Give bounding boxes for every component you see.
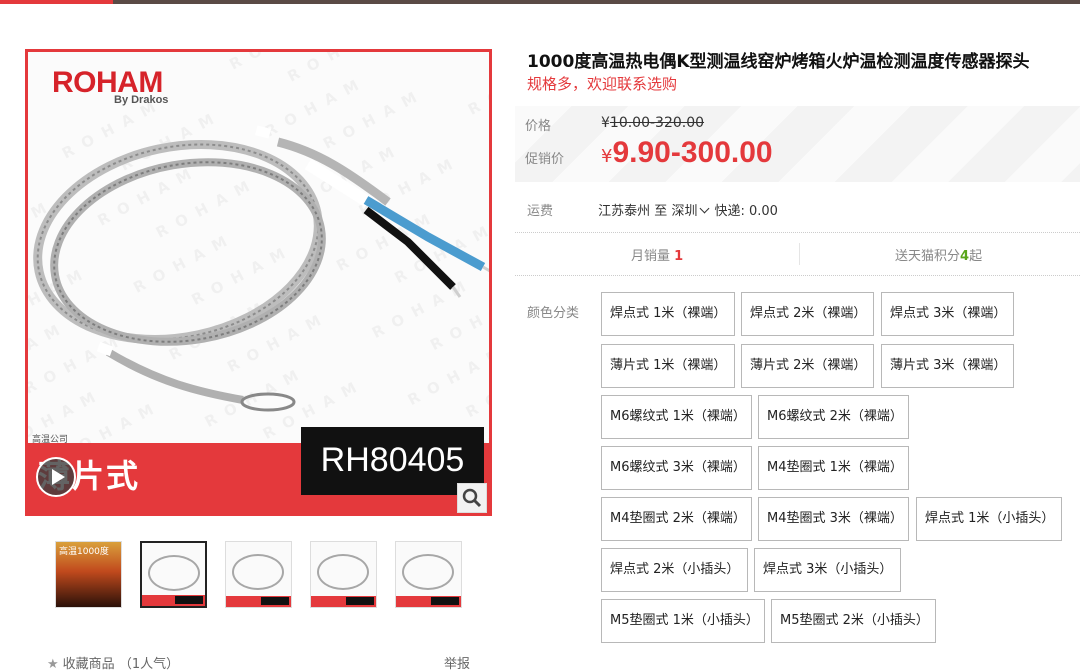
sku-option[interactable]: 焊点式 3米（裸端）: [881, 292, 1014, 336]
original-price: ¥10.00-320.00: [601, 115, 704, 131]
stats-divider: [799, 243, 800, 265]
thumbnail-model: [261, 597, 289, 605]
sku-option[interactable]: M6螺纹式 1米（裸端）: [601, 395, 752, 439]
thumbnail-4[interactable]: [310, 541, 377, 608]
stats-row: 月销量 1 送天猫积分4起: [515, 232, 1080, 276]
top-bar: [0, 0, 1080, 4]
thumbnail-text: 高温1000度: [59, 547, 109, 557]
thumbnail-1[interactable]: 高温1000度: [55, 541, 122, 608]
thumbnail-model: [346, 597, 374, 605]
thumbnail-cable: [402, 554, 454, 590]
chevron-down-icon: [700, 203, 710, 214]
sku-option[interactable]: M4垫圈式 1米（裸端）: [758, 446, 909, 490]
shipping-destination: 深圳: [671, 204, 698, 219]
thumbnail-2[interactable]: [140, 541, 207, 608]
thermocouple-cable-image: [33, 125, 489, 412]
sku-option[interactable]: 焊点式 3米（小插头）: [754, 548, 901, 592]
model-number: RH80405: [320, 441, 465, 479]
play-icon[interactable]: [36, 457, 76, 497]
price-label: 价格: [525, 119, 552, 134]
tmall-points: 送天猫积分4起: [895, 245, 982, 264]
product-title: 1000度高温热电偶K型测温线窑炉烤箱火炉温检测温度传感器探头: [527, 52, 1030, 72]
shipping-from: 江苏泰州: [598, 204, 651, 219]
thumbnail-cable: [148, 555, 200, 591]
points-value: 4: [960, 249, 970, 264]
thumbnail-model: [175, 596, 203, 604]
thumbnail-5[interactable]: [395, 541, 462, 608]
sku-option[interactable]: 焊点式 2米（小插头）: [601, 548, 748, 592]
top-bar-accent: [0, 0, 113, 4]
shipping-destination-select[interactable]: 深圳: [671, 203, 714, 219]
promo-price: ¥9.90-300.00: [601, 136, 773, 170]
sku-option[interactable]: M4垫圈式 3米（裸端）: [758, 497, 909, 541]
promo-price-label: 促销价: [525, 152, 565, 167]
shipping-row: 运费 江苏泰州 至 深圳 快递: 0.00: [527, 200, 778, 219]
report-link[interactable]: 举报: [444, 653, 470, 672]
points-label: 送天猫积分: [895, 249, 961, 264]
original-price-value: 10.00-320.00: [609, 115, 705, 131]
main-product-image[interactable]: ROHAM ROHAM ROHAM ROHAM ROHAM ROHAM ROHA…: [25, 49, 492, 516]
sku-option[interactable]: 薄片式 2米（裸端）: [741, 344, 874, 388]
currency-symbol: ¥: [601, 115, 610, 131]
thumbnail-cable: [317, 554, 369, 590]
shipping-express: 快递: 0.00: [714, 204, 778, 219]
sku-option[interactable]: 薄片式 1米（裸端）: [601, 344, 735, 388]
shipping-label: 运费: [527, 204, 554, 219]
sku-option[interactable]: M4垫圈式 2米（裸端）: [601, 497, 752, 541]
monthly-sales-label: 月销量: [631, 249, 671, 264]
sku-option[interactable]: M5垫圈式 2米（小插头）: [771, 599, 936, 643]
monthly-sales: 月销量 1: [631, 245, 683, 264]
sku-option[interactable]: 焊点式 1米（裸端）: [601, 292, 735, 336]
thumbnail-cable: [232, 554, 284, 590]
thumbnail-model: [431, 597, 459, 605]
thumbnail-3[interactable]: [225, 541, 292, 608]
currency-symbol: ¥: [601, 146, 613, 167]
monthly-sales-value: 1: [674, 249, 684, 264]
sku-option[interactable]: M5垫圈式 1米（小插头）: [601, 599, 765, 643]
sku-option[interactable]: 薄片式 3米（裸端）: [881, 344, 1014, 388]
sku-option[interactable]: 焊点式 2米（裸端）: [741, 292, 874, 336]
color-category-label: 颜色分类: [527, 306, 580, 321]
sku-option[interactable]: 焊点式 1米（小插头）: [916, 497, 1062, 541]
points-suffix: 起: [969, 249, 983, 264]
sku-option[interactable]: M6螺纹式 3米（裸端）: [601, 446, 752, 490]
zoom-icon[interactable]: [457, 483, 487, 513]
price-panel: 价格 ¥10.00-320.00 促销价 ¥9.90-300.00: [515, 106, 1080, 182]
favorite-link[interactable]: ★ 收藏商品 （1人气）: [47, 653, 179, 672]
product-subtitle: 规格多，欢迎联系选购: [527, 75, 678, 93]
sku-option[interactable]: M6螺纹式 2米（裸端）: [758, 395, 909, 439]
promo-price-value: 9.90-300.00: [612, 136, 773, 169]
shipping-to-word: 至: [654, 204, 668, 219]
